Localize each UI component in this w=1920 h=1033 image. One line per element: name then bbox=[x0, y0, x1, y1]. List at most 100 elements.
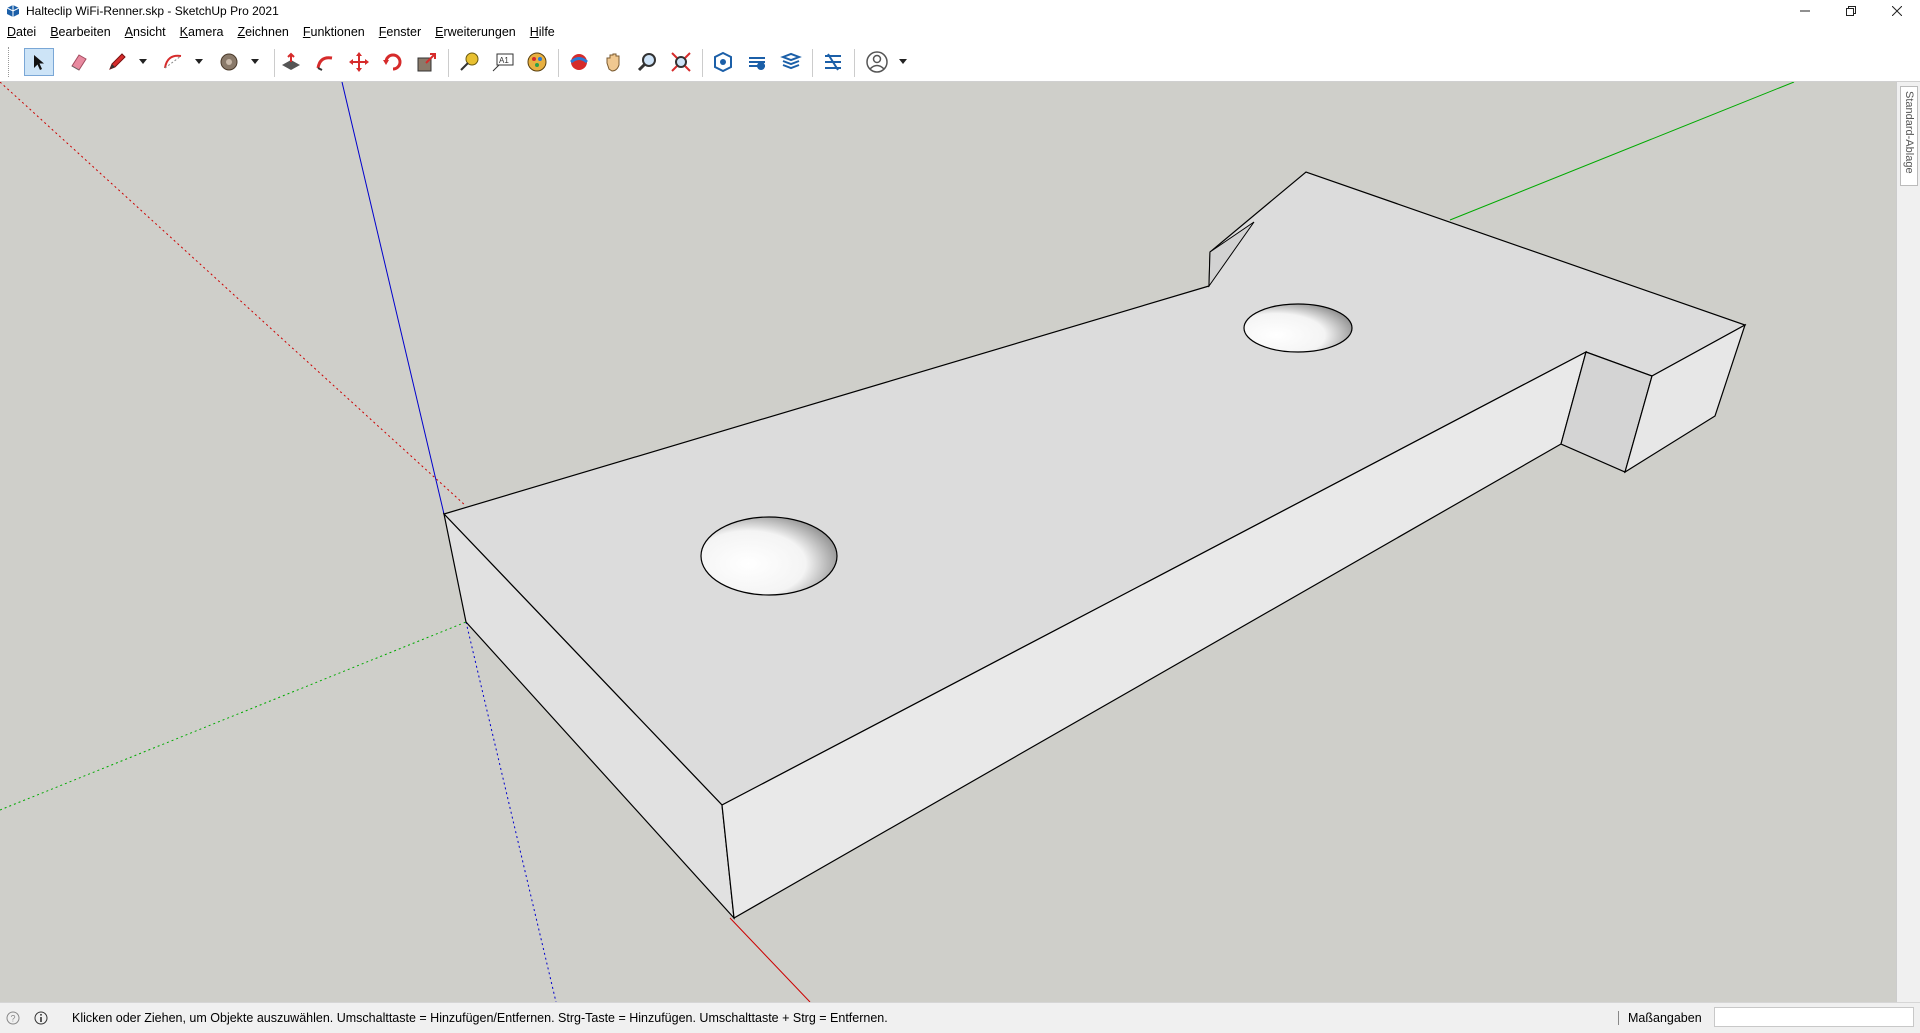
toolbar-grip[interactable] bbox=[8, 47, 11, 77]
zoom-extents-tool-button[interactable] bbox=[666, 48, 696, 76]
menu-ansicht[interactable]: Ansicht bbox=[118, 22, 173, 43]
menu-erweiterungen[interactable]: Erweiterungen bbox=[428, 22, 523, 43]
side-tray: Standard-Ablage bbox=[1896, 82, 1920, 1002]
red-axis bbox=[0, 82, 467, 507]
follow-me-tool-button[interactable] bbox=[310, 48, 340, 76]
menu-datei[interactable]: Datei bbox=[0, 22, 43, 43]
menu-bearbeiten[interactable]: Bearbeiten bbox=[43, 22, 117, 43]
menu-zeichnen[interactable]: Zeichnen bbox=[230, 22, 295, 43]
3d-warehouse-button[interactable] bbox=[708, 48, 738, 76]
push-pull-tool-button[interactable] bbox=[276, 48, 306, 76]
orbit-icon bbox=[570, 54, 588, 70]
zoom-icon bbox=[637, 53, 656, 72]
push-pull-icon bbox=[282, 52, 300, 70]
toolbar-separator bbox=[812, 49, 813, 77]
extension-warehouse-icon bbox=[749, 57, 765, 70]
menu-funktionen[interactable]: Funktionen bbox=[296, 22, 372, 43]
tape-measure-tool-button[interactable] bbox=[454, 48, 484, 76]
text-icon: A1 bbox=[492, 53, 514, 72]
blue-axis bbox=[341, 82, 445, 515]
chevron-down-icon bbox=[899, 59, 907, 64]
svg-text:?: ? bbox=[11, 1014, 16, 1024]
line-tool-dropdown[interactable] bbox=[138, 57, 148, 67]
rotate-icon bbox=[383, 53, 402, 71]
follow-me-icon bbox=[316, 56, 333, 71]
select-tool-button[interactable] bbox=[24, 48, 54, 76]
paint-tool-dropdown[interactable] bbox=[250, 57, 260, 67]
window-title: Halteclip WiFi-Renner.skp - SketchUp Pro… bbox=[26, 4, 279, 18]
title-bar: Halteclip WiFi-Renner.skp - SketchUp Pro… bbox=[0, 0, 1920, 22]
move-icon bbox=[349, 52, 369, 72]
account-dropdown[interactable] bbox=[898, 57, 908, 67]
minimize-button[interactable] bbox=[1782, 0, 1828, 22]
minimize-icon bbox=[1800, 10, 1810, 12]
green-axis bbox=[1449, 82, 1795, 221]
account-icon bbox=[866, 51, 888, 73]
pan-icon bbox=[606, 53, 620, 72]
menu-fenster[interactable]: Fenster bbox=[372, 22, 428, 43]
layout-button[interactable] bbox=[776, 48, 806, 76]
arc-icon bbox=[164, 54, 182, 69]
status-divider bbox=[1618, 1011, 1619, 1025]
default-tray-tab[interactable]: Standard-Ablage bbox=[1900, 86, 1918, 186]
account-button[interactable] bbox=[862, 48, 892, 76]
materials-icon bbox=[527, 52, 547, 72]
extension-warehouse-button[interactable] bbox=[742, 48, 772, 76]
pencil-line-icon bbox=[109, 53, 126, 70]
info-icon[interactable] bbox=[34, 1011, 48, 1025]
menu-hilfe[interactable]: Hilfe bbox=[523, 22, 562, 43]
paint-tool-button[interactable] bbox=[214, 48, 244, 76]
toolbar-separator bbox=[854, 49, 855, 77]
chevron-down-icon bbox=[139, 59, 147, 64]
zoom-extents-icon bbox=[671, 52, 691, 72]
extension-manager-icon bbox=[825, 53, 841, 71]
arc-tool-button[interactable] bbox=[158, 48, 188, 76]
text-tool-button[interactable]: A1 bbox=[488, 48, 518, 76]
sketchup-app-icon bbox=[6, 5, 20, 17]
close-button[interactable] bbox=[1874, 0, 1920, 22]
main-toolbar: A1 bbox=[0, 43, 1920, 82]
pan-tool-button[interactable] bbox=[598, 48, 628, 76]
scale-icon bbox=[417, 53, 436, 72]
restore-button[interactable] bbox=[1828, 0, 1874, 22]
zoom-tool-button[interactable] bbox=[632, 48, 662, 76]
scale-tool-button[interactable] bbox=[412, 48, 442, 76]
arc-tool-dropdown[interactable] bbox=[194, 57, 204, 67]
select-icon bbox=[34, 55, 44, 70]
model-hole-front[interactable] bbox=[700, 516, 838, 596]
menu-bar: Datei Bearbeiten Ansicht Kamera Zeichnen… bbox=[0, 22, 1920, 43]
chevron-down-icon bbox=[251, 59, 259, 64]
rotate-tool-button[interactable] bbox=[378, 48, 408, 76]
toolbar-separator bbox=[274, 49, 275, 77]
eraser-icon bbox=[71, 54, 87, 71]
green-axis bbox=[0, 621, 467, 811]
chevron-down-icon bbox=[195, 59, 203, 64]
orbit-tool-button[interactable] bbox=[564, 48, 594, 76]
warehouse-icon bbox=[714, 51, 732, 73]
menu-kamera[interactable]: Kamera bbox=[173, 22, 231, 43]
toolbar-separator bbox=[448, 49, 449, 77]
extension-manager-button[interactable] bbox=[818, 48, 848, 76]
measurements-input[interactable] bbox=[1714, 1007, 1914, 1027]
model-viewport[interactable] bbox=[0, 82, 1896, 1002]
close-icon bbox=[1892, 6, 1902, 16]
line-tool-button[interactable] bbox=[102, 48, 132, 76]
status-bar: ? Klicken oder Ziehen, um Objekte auszuw… bbox=[0, 1002, 1920, 1033]
layout-icon bbox=[780, 52, 802, 70]
tape-measure-icon bbox=[460, 52, 479, 71]
window-controls bbox=[1782, 0, 1920, 22]
model-hole-back[interactable] bbox=[1243, 303, 1353, 353]
status-message: Klicken oder Ziehen, um Objekte auszuwäh… bbox=[72, 1011, 888, 1025]
model-canvas[interactable] bbox=[0, 82, 1896, 1002]
toolbar-separator bbox=[702, 49, 703, 77]
measurements-label: Maßangaben bbox=[1628, 1011, 1702, 1025]
restore-icon bbox=[1846, 6, 1856, 16]
eraser-tool-button[interactable] bbox=[64, 48, 94, 76]
svg-text:A1: A1 bbox=[499, 56, 509, 65]
red-axis bbox=[729, 917, 811, 1002]
help-status-icon[interactable]: ? bbox=[6, 1011, 20, 1025]
move-tool-button[interactable] bbox=[344, 48, 374, 76]
materials-tool-button[interactable] bbox=[522, 48, 552, 76]
paint-bucket-icon bbox=[220, 53, 238, 71]
toolbar-separator bbox=[558, 49, 559, 77]
